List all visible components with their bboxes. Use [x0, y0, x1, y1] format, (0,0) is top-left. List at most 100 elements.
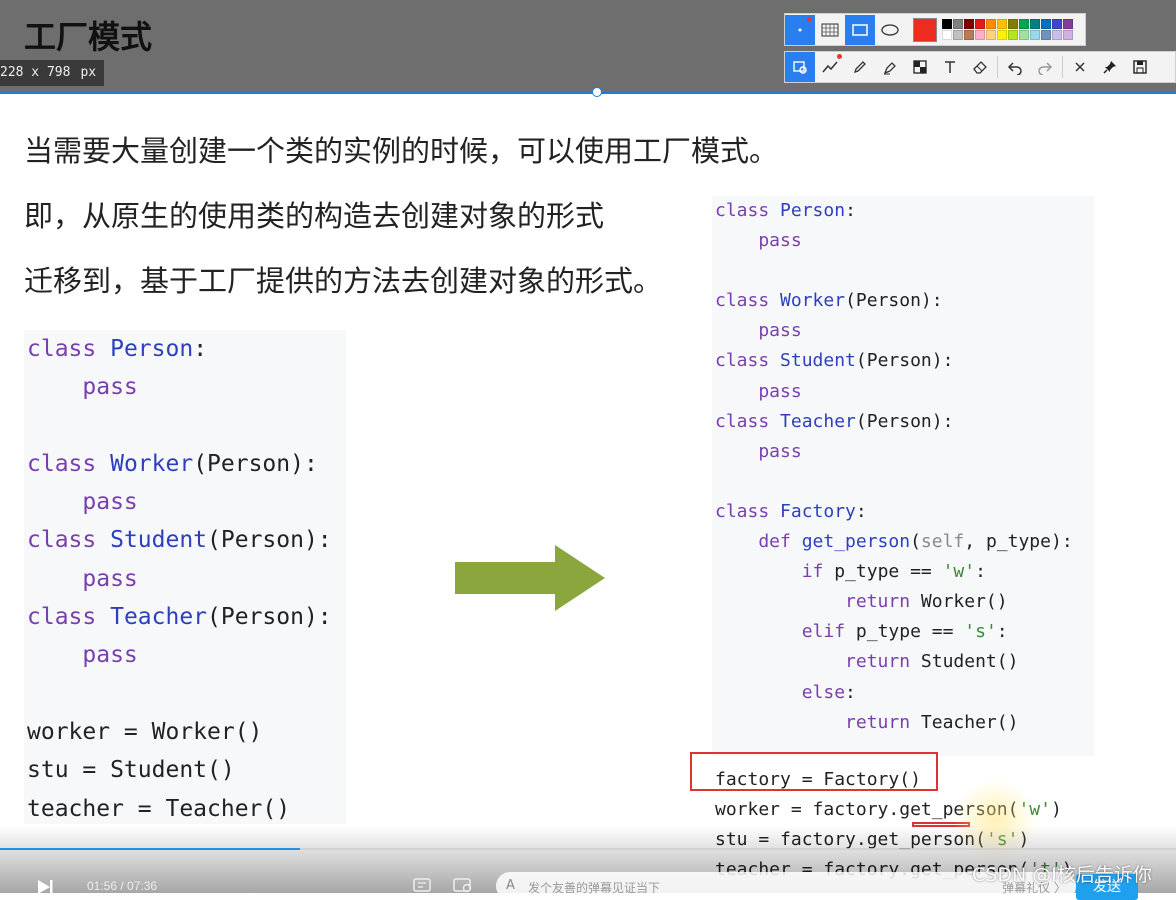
danmaku-font-icon[interactable]: A [506, 878, 515, 893]
video-time: 01:56 / 07:36 [87, 879, 158, 893]
pen-tool-button[interactable] [845, 52, 875, 82]
mosaic-tool-button[interactable] [905, 52, 935, 82]
code-line: pass [27, 368, 346, 406]
ellipse-tool-button[interactable] [875, 15, 905, 45]
capture-size-text: 228 x 798 [0, 65, 71, 80]
capture-size-unit: px [80, 65, 97, 80]
palette-color-swatch[interactable] [975, 30, 985, 40]
right-arrow-icon [455, 545, 605, 611]
undo-button[interactable] [1000, 52, 1030, 82]
eraser-icon [973, 61, 987, 74]
palette-color-swatch[interactable] [1019, 19, 1029, 29]
pen-icon [853, 61, 866, 74]
code-token: class [715, 200, 781, 221]
code-token: class [715, 500, 781, 522]
slide-text-line-3: 迁移到，基于工厂提供的方法去创建对象的形式。 [24, 264, 663, 298]
code-token: class [715, 350, 781, 372]
palette-color-swatch[interactable] [1041, 30, 1051, 40]
palette-color-swatch[interactable] [1063, 30, 1073, 40]
code-token: : [855, 500, 867, 522]
palette-color-swatch[interactable] [953, 30, 963, 40]
code-token: worker = Worker() [27, 718, 263, 745]
code-line: else: [715, 678, 1094, 708]
code-token: Teacher [780, 410, 856, 432]
current-color-swatch[interactable] [913, 17, 937, 42]
toolbar-divider [997, 56, 998, 78]
palette-color-swatch[interactable] [964, 30, 974, 40]
close-button[interactable] [1065, 52, 1095, 82]
code-line: teacher = Teacher() [27, 790, 346, 828]
time-current: 01:56 [87, 879, 118, 893]
code-token: p_type == [855, 621, 965, 643]
palette-color-swatch[interactable] [1052, 19, 1062, 29]
palette-color-swatch[interactable] [986, 19, 996, 29]
code-token: Student() [920, 651, 1019, 673]
slide-text-line-1: 当需要大量创建一个类的实例的时候，可以使用工厂模式。 [24, 134, 779, 168]
redo-icon [1038, 62, 1053, 75]
danmaku-toggle-icon[interactable] [412, 876, 432, 894]
code-token: return [715, 711, 921, 733]
palette-color-swatch[interactable] [1052, 30, 1062, 40]
text-icon [945, 61, 955, 73]
palette-color-swatch[interactable] [1030, 30, 1040, 40]
palette-color-swatch[interactable] [942, 30, 952, 40]
close-icon [1075, 62, 1085, 72]
marker-tool-button[interactable] [875, 52, 905, 82]
stroke-size-small-button[interactable] [785, 14, 815, 45]
play-icon[interactable] [36, 878, 54, 896]
palette-color-swatch[interactable] [1008, 30, 1018, 40]
code-token: Teacher() [920, 711, 1019, 733]
code-line: class Worker(Person): [715, 286, 1094, 316]
redo-button[interactable] [1030, 52, 1060, 82]
annotation-tools-toolbar [784, 51, 1176, 83]
shape-menu-button[interactable] [785, 52, 815, 82]
mosaic-icon [821, 23, 839, 36]
code-token: pass [715, 440, 802, 462]
rectangle-tool-button[interactable] [845, 14, 875, 45]
danmaku-settings-icon[interactable] [452, 876, 474, 894]
palette-color-swatch[interactable] [1030, 19, 1040, 29]
code-line: class Worker(Person): [27, 445, 346, 483]
palette-color-swatch[interactable] [1041, 19, 1051, 29]
marker-icon [883, 62, 896, 75]
text-tool-button[interactable] [935, 52, 965, 82]
selection-border [0, 92, 1176, 94]
code-token: Worker [780, 290, 846, 312]
ellipse-icon [881, 23, 899, 36]
code-token: (Person): [845, 290, 943, 312]
save-button[interactable] [1125, 52, 1155, 82]
code-token: stu = Student() [27, 757, 235, 784]
code-line: class Person: [27, 330, 346, 368]
code-block-before: class Person: pass class Worker(Person):… [24, 330, 346, 824]
selection-resize-handle[interactable] [592, 87, 602, 97]
code-token: class [27, 527, 111, 554]
palette-color-swatch[interactable] [1063, 19, 1073, 29]
palette-color-swatch[interactable] [986, 30, 996, 40]
code-token: Factory [780, 500, 856, 522]
mosaic-fill-button[interactable] [815, 15, 845, 45]
code-line: pass [715, 377, 1094, 407]
slide-text-line-2: 即，从原生的使用类的构造去创建对象的形式 [24, 199, 605, 233]
code-token: return [715, 591, 921, 613]
polyline-tool-button[interactable] [815, 52, 845, 82]
code-line: pass [27, 483, 346, 521]
palette-color-swatch[interactable] [1008, 19, 1018, 29]
palette-color-swatch[interactable] [1019, 30, 1029, 40]
eraser-tool-button[interactable] [965, 52, 995, 82]
slide-title: 工厂模式 [24, 18, 153, 56]
code-token: : [193, 336, 208, 362]
pin-button[interactable] [1095, 52, 1125, 82]
highlight-rectangle [690, 752, 938, 791]
palette-color-swatch[interactable] [997, 30, 1007, 40]
polyline-icon [822, 61, 838, 73]
code-token: Person [780, 200, 846, 221]
palette-color-swatch[interactable] [997, 19, 1007, 29]
palette-color-swatch[interactable] [975, 19, 985, 29]
palette-color-swatch[interactable] [964, 19, 974, 29]
code-token: def [715, 531, 802, 553]
palette-color-swatch[interactable] [942, 19, 952, 29]
palette-color-swatch[interactable] [953, 19, 963, 29]
code-line: pass [715, 226, 1094, 256]
